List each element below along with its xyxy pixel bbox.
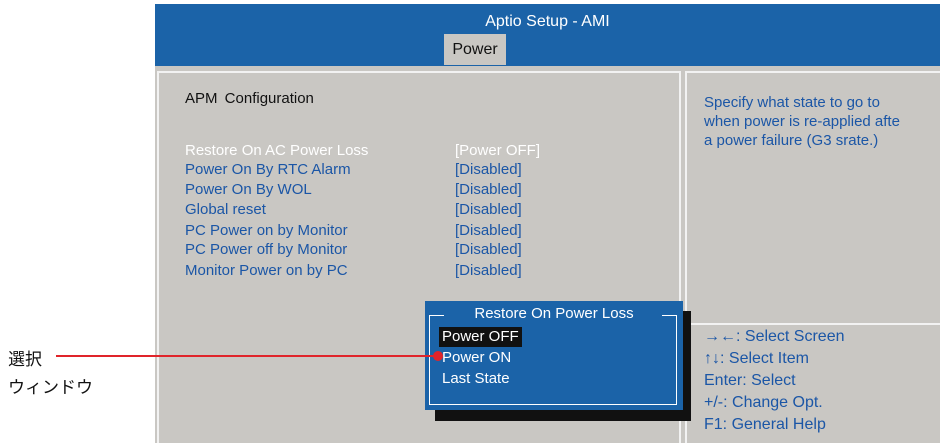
setting-label: PC Power off by Monitor [185, 241, 348, 258]
setting-value[interactable]: [Disabled] [455, 200, 522, 219]
key-hint-select-screen: →←: Select Screen [704, 328, 845, 345]
annotation-label-line2: ウィンドウ [8, 378, 93, 397]
setting-label: Power On By WOL [185, 181, 312, 198]
setting-value[interactable]: [Disabled] [455, 160, 522, 179]
help-divider [687, 323, 940, 325]
setting-label: Restore On AC Power Loss [185, 142, 369, 159]
setting-value[interactable]: [Disabled] [455, 180, 522, 199]
title-bar: Aptio Setup - AMI Power [155, 4, 940, 66]
setting-label: Global reset [185, 201, 266, 218]
app-title: Aptio Setup - AMI [485, 13, 610, 30]
help-line: when power is re-applied afte [704, 113, 900, 130]
option-power-off[interactable]: Power OFF [439, 327, 522, 347]
tab-power[interactable]: Power [444, 34, 506, 65]
setting-label: Power On By RTC Alarm [185, 161, 351, 178]
option-power-on[interactable]: Power ON [439, 348, 514, 368]
key-legend: →←: Select Screen ↑↓: Select Item Enter:… [704, 326, 845, 436]
setting-value[interactable]: [Disabled] [455, 221, 522, 240]
help-line: Specify what state to go to [704, 94, 880, 111]
help-line: a power failure (G3 srate.) [704, 132, 879, 149]
key-hint-enter: Enter: Select [704, 372, 796, 389]
key-hint-select-item: ↑↓: Select Item [704, 350, 809, 367]
setting-value[interactable]: [Disabled] [455, 261, 522, 280]
popup-title: Restore On Power Loss [474, 305, 634, 322]
annotation-pointer-dot [433, 351, 443, 361]
key-hint-change-opt: +/-: Change Opt. [704, 394, 823, 411]
help-text: Specify what state to go to when power i… [704, 93, 940, 150]
key-hint-general-help: F1: General Help [704, 416, 826, 433]
setting-value[interactable]: [Disabled] [455, 240, 522, 259]
restore-power-loss-popup[interactable]: Restore On Power Loss Power OFF Power ON… [425, 301, 683, 410]
section-title: APM Configuration [185, 90, 314, 107]
setting-label: Monitor Power on by PC [185, 262, 348, 279]
annotation-label-line1: 選択 [8, 350, 42, 369]
setting-label: PC Power on by Monitor [185, 222, 348, 239]
setting-value[interactable]: [Power OFF] [455, 141, 540, 160]
annotation-pointer-line [56, 355, 441, 357]
option-last-state[interactable]: Last State [439, 369, 513, 389]
